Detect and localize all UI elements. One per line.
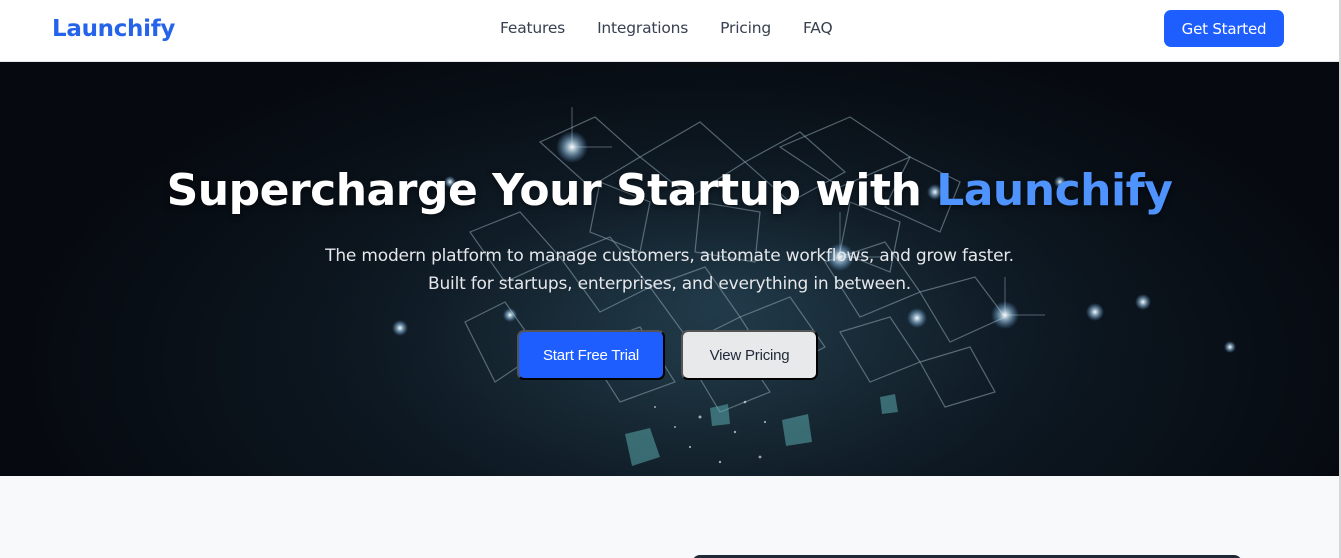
- hero-subtitle-line2: Built for startups, enterprises, and eve…: [428, 274, 911, 294]
- top-navbar: Launchify Features Integrations Pricing …: [0, 0, 1339, 62]
- nav-link-features[interactable]: Features: [500, 19, 565, 37]
- start-free-trial-button[interactable]: Start Free Trial: [517, 330, 665, 380]
- main-nav: Features Integrations Pricing FAQ: [500, 19, 833, 37]
- hero-title-accent: Launchify: [936, 165, 1173, 216]
- landing-page: Launchify Features Integrations Pricing …: [0, 0, 1341, 558]
- features-section: [0, 476, 1339, 558]
- hero-section: Supercharge Your Startup with Launchify …: [0, 62, 1339, 476]
- hero-background-image: [240, 72, 1236, 476]
- hero-title: Supercharge Your Startup with Launchify: [0, 165, 1339, 216]
- get-started-button[interactable]: Get Started: [1164, 10, 1284, 47]
- nav-link-pricing[interactable]: Pricing: [720, 19, 771, 37]
- view-pricing-button[interactable]: View Pricing: [681, 330, 818, 380]
- nav-link-faq[interactable]: FAQ: [803, 19, 833, 37]
- brand-logo[interactable]: Launchify: [52, 16, 175, 42]
- hero-subtitle-line1: The modern platform to manage customers,…: [325, 246, 1014, 266]
- hero-title-main: Supercharge Your Startup with: [166, 165, 922, 216]
- nav-link-integrations[interactable]: Integrations: [597, 19, 688, 37]
